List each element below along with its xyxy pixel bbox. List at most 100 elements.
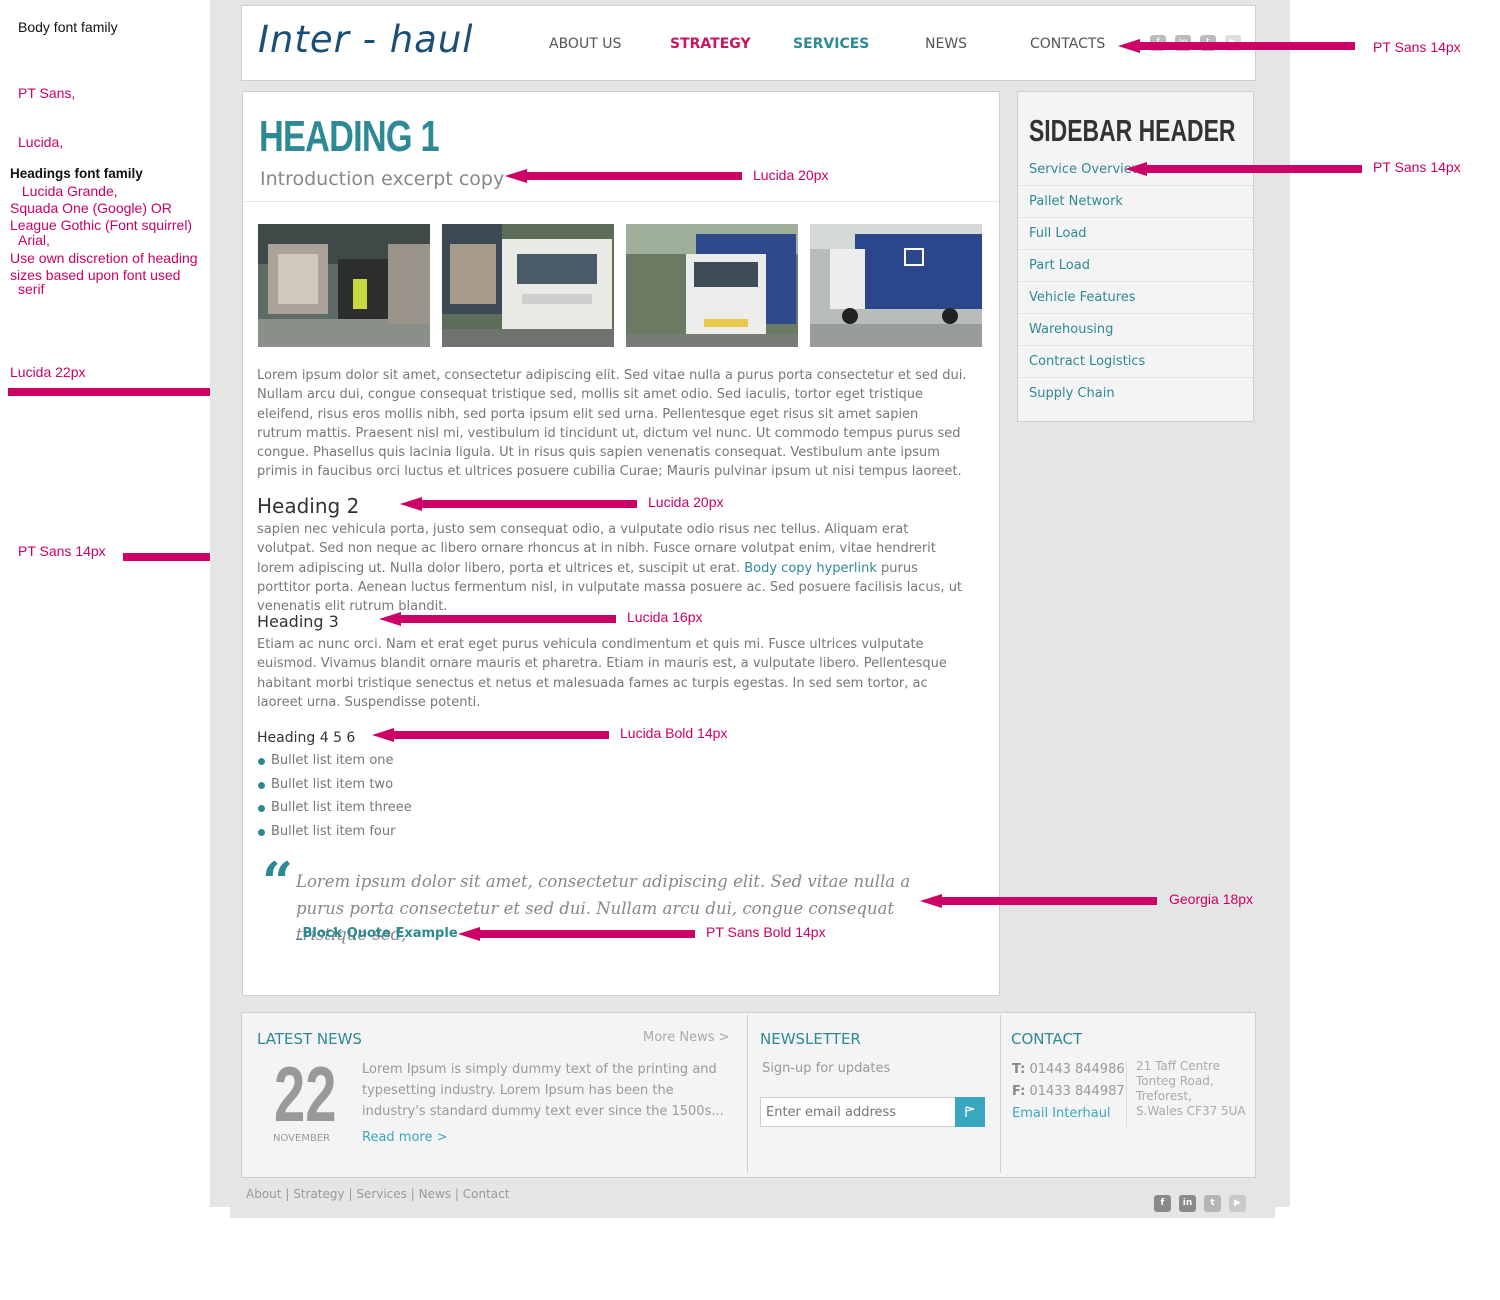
site-logo[interactable]: Inter - haul — [258, 18, 474, 61]
truck-side-photo — [810, 224, 982, 347]
annotation-headings-note: Use own discretion of heading sizes base… — [10, 250, 198, 284]
contact-address: 21 Taff Centre Tonteg Road, Treforest, S… — [1136, 1059, 1246, 1119]
forklift-photo — [258, 224, 430, 347]
address-line: Treforest, — [1136, 1089, 1193, 1103]
annotation-cite-font: PT Sans Bold 14px — [706, 924, 826, 940]
nav-about-us[interactable]: ABOUT US — [549, 36, 621, 52]
truck-front-photo — [626, 224, 798, 347]
body-paragraph-2: sapien nec vehicula porta, justo sem con… — [257, 520, 967, 616]
annotation-sidebar-font: PT Sans 14px — [1373, 159, 1461, 175]
list-item: Bullet list item two — [257, 773, 412, 797]
annotation-ptsans-body: PT Sans 14px — [18, 543, 106, 559]
bottom-nav-news[interactable]: News — [419, 1187, 451, 1201]
nav-news[interactable]: NEWS — [925, 36, 967, 52]
linkedin-icon[interactable]: in — [1179, 1195, 1196, 1212]
bottom-nav-about[interactable]: About — [246, 1187, 281, 1201]
newsletter-subtitle: Sign-up for updates — [762, 1061, 891, 1076]
annotation-intro-font: Lucida 20px — [753, 167, 829, 183]
annotation-quote-font: Georgia 18px — [1169, 891, 1254, 907]
sidebar-item-pallet-network[interactable]: Pallet Network — [1018, 186, 1253, 218]
annotation-arrow — [8, 385, 245, 399]
nav-separator: | — [454, 1187, 459, 1201]
annotation-font-item: PT Sans, — [18, 85, 76, 101]
truck-loading-photo — [442, 224, 614, 347]
nav-strategy[interactable]: STRATEGY — [670, 36, 751, 52]
annotation-note-line: sizes based upon font used — [10, 267, 181, 283]
annotation-arrow — [1125, 162, 1362, 176]
news-date-month: NOVEMBER — [273, 1133, 331, 1144]
annotation-arrow — [505, 169, 742, 183]
sidebar-item-full-load[interactable]: Full Load — [1018, 218, 1253, 250]
news-excerpt: Lorem Ipsum is simply dummy text of the … — [362, 1062, 724, 1119]
heading-2: Heading 2 — [257, 494, 360, 518]
news-date-day: 22 — [274, 1050, 337, 1138]
sidebar-item-part-load[interactable]: Part Load — [1018, 250, 1253, 282]
body-copy-hyperlink[interactable]: Body copy hyperlink — [744, 561, 877, 576]
more-news-link[interactable]: More News > — [643, 1030, 730, 1045]
nav-separator: | — [348, 1187, 353, 1201]
address-line: 21 Taff Centre — [1136, 1059, 1220, 1073]
sidebar-item-supply-chain[interactable]: Supply Chain — [1018, 378, 1253, 410]
sidebar-item-warehousing[interactable]: Warehousing — [1018, 314, 1253, 346]
heading-3: Heading 3 — [257, 612, 339, 631]
youtube-icon[interactable]: ▶ — [1229, 1195, 1246, 1212]
contact-phone: 01443 844986 — [1029, 1062, 1125, 1077]
newsletter-title: NEWSLETTER — [760, 1030, 861, 1048]
body-paragraph-1: Lorem ipsum dolor sit amet, consectetur … — [257, 368, 967, 480]
sidebar-header: SIDEBAR HEADER — [1029, 113, 1236, 148]
annotation-font-item: Squada One (Google) OR — [10, 200, 172, 216]
annotation-headings-font-label: Headings font family — [10, 166, 143, 181]
footer-divider — [1000, 1015, 1001, 1173]
annotation-arrow — [372, 728, 609, 742]
annotation-arrow — [920, 894, 1157, 908]
sidebar-item-contract-logistics[interactable]: Contract Logistics — [1018, 346, 1253, 378]
contact-details: T: 01443 844986 F: 01433 844987 Email In… — [1012, 1059, 1125, 1125]
page-frame-bottom — [230, 1207, 1275, 1218]
annotation-arrow — [400, 497, 637, 511]
list-item: Bullet list item one — [257, 749, 412, 773]
bottom-nav-contact[interactable]: Contact — [463, 1187, 510, 1201]
newsletter-email-input[interactable] — [760, 1097, 956, 1127]
email-interhaul-link[interactable]: Email Interhaul — [1012, 1106, 1111, 1121]
nav-services[interactable]: SERVICES — [793, 36, 869, 52]
read-more-link[interactable]: Read more > — [362, 1130, 448, 1145]
tel-label: T: — [1012, 1062, 1026, 1077]
annotation-arrow — [1118, 39, 1355, 53]
nav-separator: | — [410, 1187, 415, 1201]
address-line: Tonteg Road, — [1136, 1074, 1214, 1088]
send-arrow-icon[interactable] — [955, 1097, 985, 1127]
sidebar-item-vehicle-features[interactable]: Vehicle Features — [1018, 282, 1253, 314]
annotation-nav-font: PT Sans 14px — [1373, 39, 1461, 55]
annotation-arrow — [458, 927, 695, 941]
list-item: Bullet list item threee — [257, 796, 412, 820]
contact-title: CONTACT — [1011, 1030, 1083, 1048]
divider — [243, 201, 999, 202]
bottom-nav-strategy[interactable]: Strategy — [293, 1187, 344, 1201]
heading-4: Heading 4 5 6 — [257, 730, 356, 746]
latest-news-title: LATEST NEWS — [257, 1030, 362, 1048]
annotation-h3-font: Lucida 16px — [627, 609, 703, 625]
nav-contacts[interactable]: CONTACTS — [1030, 36, 1105, 52]
footer-divider — [747, 1015, 748, 1173]
twitter-icon[interactable]: t — [1204, 1195, 1221, 1212]
annotation-body-font-label: Body font family — [18, 19, 118, 35]
contact-fax: 01433 844987 — [1029, 1084, 1125, 1099]
block-quote-cite: _Block Quote Example — [296, 926, 458, 941]
bottom-nav: About | Strategy | Services | News | Con… — [246, 1187, 509, 1201]
intro-excerpt: Introduction excerpt copy — [260, 168, 505, 190]
annotation-font-item: Arial, — [18, 232, 50, 248]
divider — [1126, 1061, 1127, 1127]
facebook-icon[interactable]: f — [1154, 1195, 1171, 1212]
annotation-lucida22: Lucida 22px — [10, 364, 86, 380]
quote-mark-icon: “ — [262, 850, 294, 914]
body-paragraph-3: Etiam ac nunc orci. Nam et erat eget pur… — [257, 637, 947, 710]
annotation-font-item: Lucida Grande, — [18, 183, 118, 199]
bottom-nav-services[interactable]: Services — [356, 1187, 407, 1201]
list-item: Bullet list item four — [257, 820, 412, 844]
bullet-list: Bullet list item one Bullet list item tw… — [257, 749, 412, 843]
annotation-h2-font: Lucida 20px — [648, 494, 724, 510]
annotation-headings-font-stack: Squada One (Google) OR League Gothic (Fo… — [10, 200, 192, 234]
nav-separator: | — [285, 1187, 290, 1201]
annotation-note-line: Use own discretion of heading — [10, 250, 198, 266]
address-line: S.Wales CF37 5UA — [1136, 1104, 1246, 1118]
